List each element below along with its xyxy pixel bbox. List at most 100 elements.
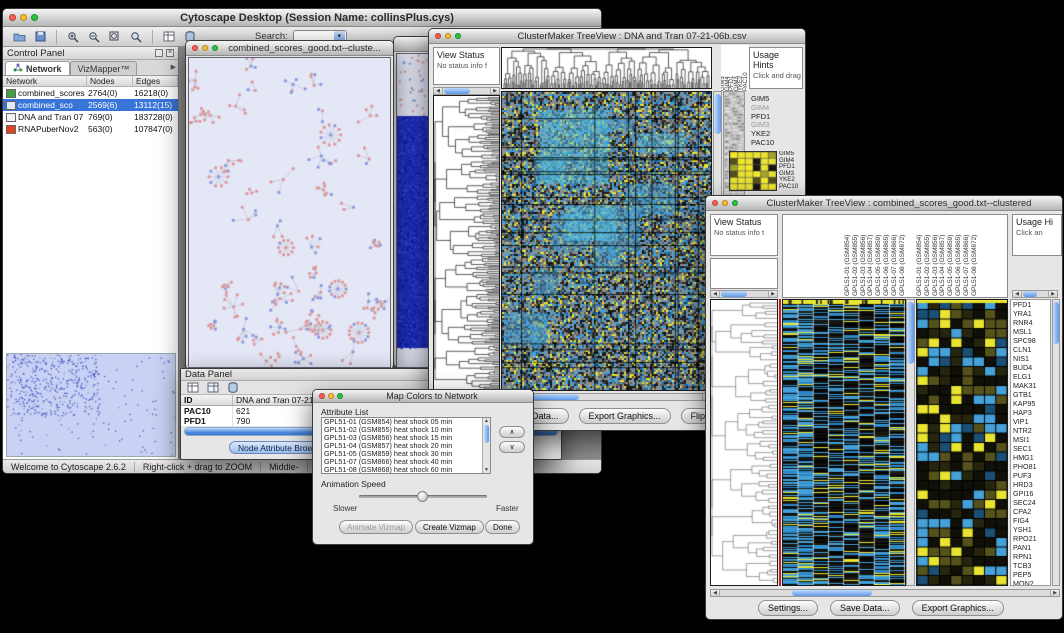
- database-icon[interactable]: [225, 380, 241, 396]
- float-panel-icon[interactable]: [155, 49, 163, 57]
- gene-label[interactable]: PHO81: [1011, 462, 1050, 471]
- slider-thumb[interactable]: [417, 491, 428, 502]
- column-header[interactable]: Nodes: [87, 76, 133, 86]
- gene-label[interactable]: PAC10: [751, 139, 785, 148]
- close-icon[interactable]: [192, 45, 198, 51]
- gene-list-mini-scrollbar[interactable]: ◀ ▶: [1012, 290, 1058, 298]
- gene-label[interactable]: YRA1: [1011, 309, 1050, 318]
- correlation-matrix[interactable]: [729, 151, 777, 191]
- row-dendrogram[interactable]: [710, 299, 778, 586]
- move-down-button[interactable]: ∨: [499, 441, 525, 453]
- close-panel-icon[interactable]: ×: [166, 49, 174, 57]
- close-icon[interactable]: [319, 393, 325, 399]
- zoom-out-icon[interactable]: [86, 29, 102, 45]
- scroll-track[interactable]: [720, 590, 1050, 596]
- zoom-icon[interactable]: [31, 14, 38, 21]
- gene-label[interactable]: KAP95: [1011, 399, 1050, 408]
- gene-label[interactable]: MSI1: [1011, 435, 1050, 444]
- save-disk-icon[interactable]: [32, 29, 48, 45]
- scroll-right-icon[interactable]: ▶: [1050, 590, 1059, 596]
- gene-label[interactable]: BUD4: [1011, 363, 1050, 372]
- gene-label[interactable]: PEP5: [1011, 570, 1050, 579]
- gene-label[interactable]: MON2: [1011, 579, 1050, 586]
- gene-label[interactable]: ELG1: [1011, 372, 1050, 381]
- scroll-left-icon[interactable]: ◀: [711, 590, 720, 596]
- gene-label[interactable]: RNR4: [1011, 318, 1050, 327]
- treeview-combined-titlebar[interactable]: ClusterMaker TreeView : combined_scores_…: [706, 196, 1062, 211]
- column-header-id[interactable]: ID: [181, 395, 233, 405]
- animate-vizmap-button[interactable]: Animate Vizmap: [339, 520, 413, 534]
- scroll-track[interactable]: [443, 88, 490, 94]
- gene-label[interactable]: GTB1: [1011, 390, 1050, 399]
- gene-label[interactable]: CLN1: [1011, 345, 1050, 354]
- gene-label[interactable]: HAP3: [1011, 408, 1050, 417]
- scroll-thumb[interactable]: [1023, 291, 1037, 297]
- tab-overflow-icon[interactable]: ▶: [171, 63, 176, 71]
- gene-label[interactable]: VIP1: [1011, 417, 1050, 426]
- minimize-icon[interactable]: [722, 200, 728, 206]
- dna-heatmap[interactable]: [501, 91, 712, 391]
- network-list-row[interactable]: combined_scores 2764(0) 16218(0): [3, 87, 178, 99]
- zoom-icon[interactable]: [212, 45, 218, 51]
- gene-label[interactable]: CPA2: [1011, 507, 1050, 516]
- tab-network[interactable]: Network: [5, 61, 70, 75]
- action-button[interactable]: Export Graphics...: [579, 408, 671, 424]
- treeview-dna-titlebar[interactable]: ClusterMaker TreeView : DNA and Tran 07-…: [429, 29, 805, 44]
- table-icon[interactable]: [161, 29, 177, 45]
- scroll-thumb[interactable]: [721, 291, 747, 297]
- column-label[interactable]: GPL51-07 (GSM866): [963, 216, 971, 296]
- gene-label[interactable]: SEC1: [1011, 444, 1050, 453]
- zoom-heatmap[interactable]: [916, 299, 1008, 586]
- column-label[interactable]: GPL51-02 (GSM855): [852, 216, 860, 296]
- gene-label[interactable]: PFD1: [1011, 300, 1050, 309]
- column-label[interactable]: GPL51-02 (GSM855): [924, 216, 932, 296]
- zoom-icon[interactable]: [455, 33, 461, 39]
- scroll-right-icon[interactable]: ▶: [768, 291, 777, 297]
- network-list-row[interactable]: RNAPuberNov2 563(0) 107847(0): [3, 123, 178, 135]
- column-label[interactable]: GPL51-06 (GSM865): [883, 216, 891, 296]
- network-overview-thumbnail[interactable]: [6, 353, 176, 457]
- scroll-thumb[interactable]: [907, 302, 914, 364]
- gene-label[interactable]: SPC98: [1011, 336, 1050, 345]
- gene-label[interactable]: HRD3: [1011, 480, 1050, 489]
- gene-label[interactable]: RPN1: [1011, 552, 1050, 561]
- main-titlebar[interactable]: Cytoscape Desktop (Session Name: collins…: [3, 9, 601, 27]
- column-label[interactable]: GPL51-06 (GSM865): [955, 216, 963, 296]
- network-list-row[interactable]: DNA and Tran 07 769(0) 183728(0): [3, 111, 178, 123]
- zoom-icon[interactable]: [337, 393, 343, 399]
- attribute-listbox[interactable]: GPL51-01 (GSM854) heat shock 05 minGPL51…: [321, 417, 491, 474]
- open-folder-icon[interactable]: [11, 29, 27, 45]
- close-icon[interactable]: [9, 14, 16, 21]
- select-attributes-icon[interactable]: [205, 380, 221, 396]
- action-button[interactable]: Export Graphics...: [912, 600, 1004, 616]
- gene-label[interactable]: FIG4: [1011, 516, 1050, 525]
- column-header[interactable]: Edges: [133, 76, 178, 86]
- gene-label[interactable]: MSL1: [1011, 327, 1050, 336]
- tree-mini-scrollbar[interactable]: ◀ ▶: [433, 87, 500, 95]
- tree-mini-scrollbar[interactable]: ◀ ▶: [710, 290, 778, 298]
- gene-label[interactable]: NIS1: [1011, 354, 1050, 363]
- scroll-thumb[interactable]: [444, 88, 470, 94]
- scroll-thumb[interactable]: [714, 94, 721, 134]
- tab-vizmapper[interactable]: VizMapper™: [70, 61, 138, 75]
- scroll-left-icon[interactable]: ◀: [434, 88, 443, 94]
- column-label[interactable]: PAC10: [744, 45, 749, 91]
- column-label[interactable]: GPL51-01 (GSM854): [916, 216, 924, 296]
- attribute-table-icon[interactable]: [185, 380, 201, 396]
- gene-label[interactable]: GPI16: [1011, 489, 1050, 498]
- gene-label[interactable]: PAC10: [779, 184, 805, 191]
- zoom-in-icon[interactable]: [65, 29, 81, 45]
- close-icon[interactable]: [435, 33, 441, 39]
- gene-label[interactable]: MAK31: [1011, 381, 1050, 390]
- scroll-track[interactable]: [511, 394, 702, 400]
- minimize-icon[interactable]: [445, 33, 451, 39]
- zoom-icon[interactable]: [732, 200, 738, 206]
- column-dendrogram[interactable]: [501, 47, 712, 89]
- listbox-scrollbar[interactable]: ▲ ▼: [482, 418, 490, 473]
- gene-label[interactable]: PUF3: [1011, 471, 1050, 480]
- create-vizmap-button[interactable]: Create Vizmap: [415, 520, 484, 534]
- network-graph-canvas[interactable]: [188, 57, 391, 368]
- scroll-down-icon[interactable]: ▼: [483, 467, 490, 473]
- gene-label[interactable]: TCB3: [1011, 561, 1050, 570]
- attribute-item[interactable]: GPL51-08 (GSM868) heat shock 60 min: [322, 466, 482, 474]
